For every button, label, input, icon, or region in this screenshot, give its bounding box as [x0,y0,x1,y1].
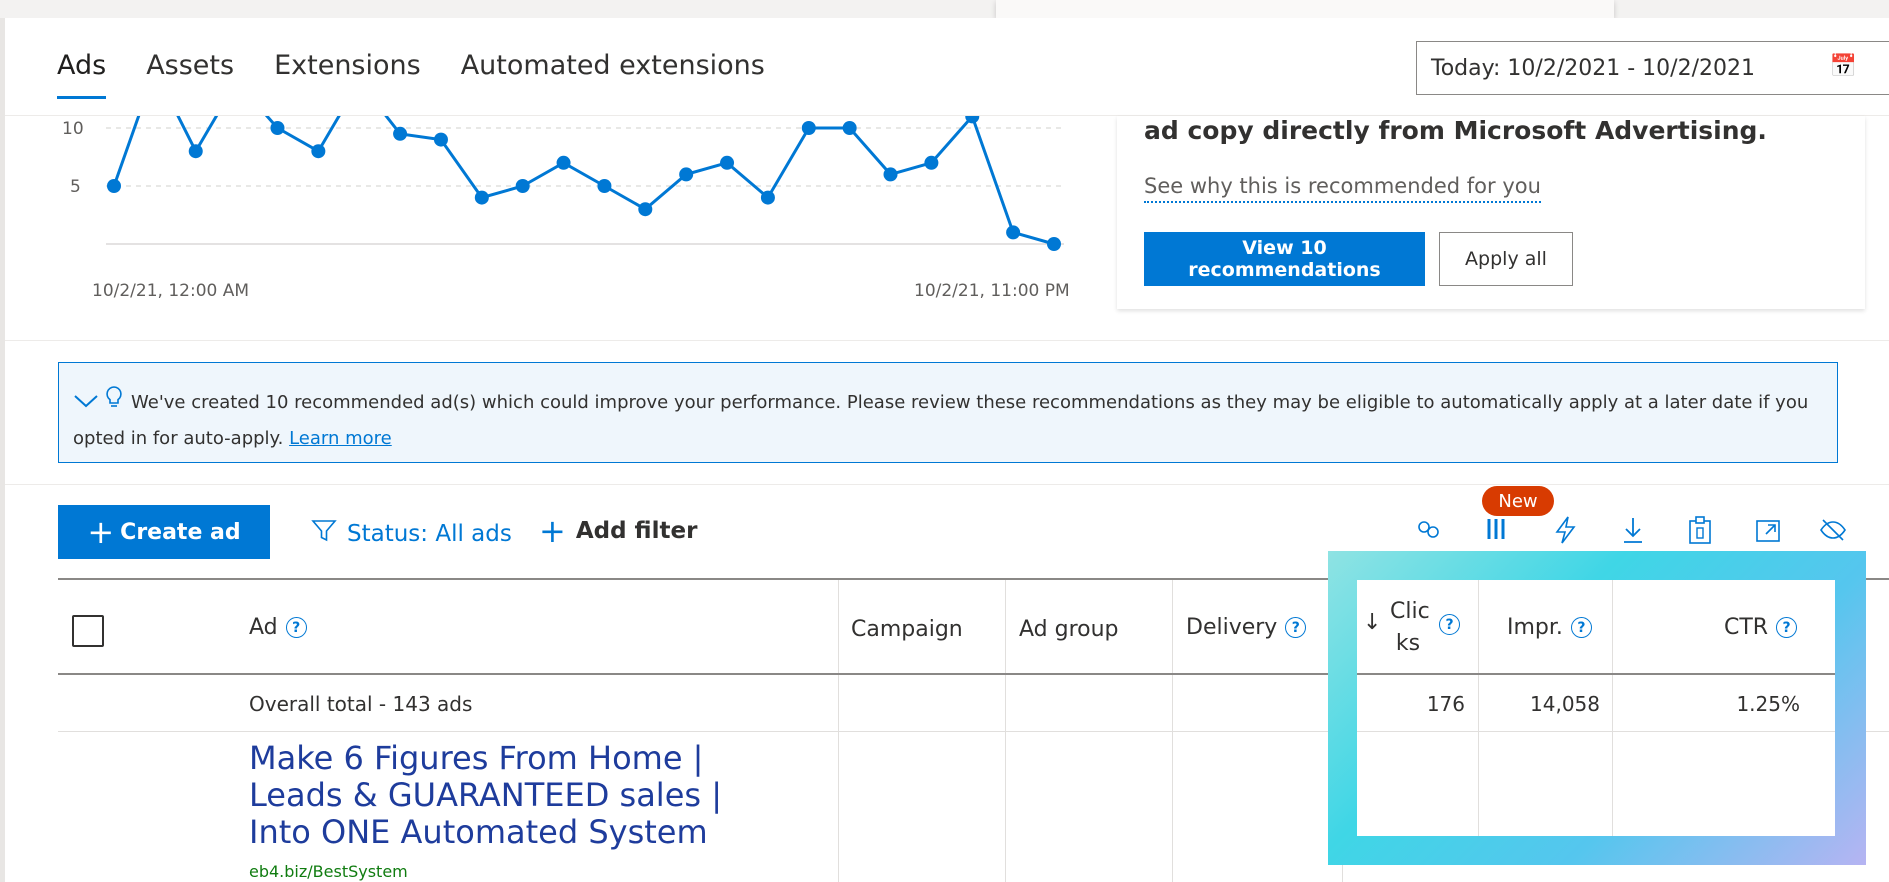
plus-icon: + [87,513,115,551]
x-label-end: 10/2/21, 11:00 PM [914,281,1070,301]
col-divider [1478,580,1479,836]
data-point[interactable] [270,121,285,135]
status-filter-label: Status: All ads [347,521,512,547]
data-point[interactable] [720,155,735,170]
column-header-delivery[interactable]: Delivery ? [1186,615,1307,640]
column-header-ad-group[interactable]: Ad group [1019,617,1119,642]
tab-extensions[interactable]: Extensions [274,50,421,99]
data-point[interactable] [1006,225,1021,240]
column-header-campaign[interactable]: Campaign [851,617,963,642]
chart-series [107,116,1061,251]
data-point[interactable] [474,190,489,205]
total-impressions: 14,058 [1530,692,1600,716]
automated-rules-icon[interactable] [1552,515,1578,552]
data-point[interactable] [883,167,898,182]
data-point[interactable] [556,155,571,170]
data-point[interactable] [311,144,326,159]
apply-all-button[interactable]: Apply all [1439,232,1573,286]
y-tick-5: 5 [70,177,81,197]
ad-display-url: eb4.biz/BestSystem [249,862,408,881]
x-label-start: 10/2/21, 12:00 AM [92,281,250,301]
header-impr-label: Impr. [1507,615,1563,640]
ad-headline-link[interactable]: Make 6 Figures From Home | Leads & GUARA… [249,740,789,851]
data-point[interactable] [924,155,939,170]
data-point[interactable] [188,144,203,159]
tab-assets[interactable]: Assets [146,50,234,99]
select-all-checkbox[interactable] [72,615,104,647]
header-campaign-label: Campaign [851,617,963,642]
column-header-ctr[interactable]: CTR ? [1724,615,1798,640]
calendar-icon[interactable]: 📅 [1830,54,1857,79]
recommendation-banner: We've created 10 recommended ad(s) which… [58,362,1838,463]
y-tick-10: 10 [62,119,84,139]
data-point[interactable] [393,126,408,141]
add-filter-button[interactable]: + Add filter [539,515,697,547]
column-header-impr[interactable]: Impr. ? [1507,615,1592,640]
tab-ads[interactable]: Ads [57,50,107,99]
col-divider [1612,580,1613,836]
add-filter-label: Add filter [575,518,698,544]
compare-icon[interactable] [1414,515,1444,550]
data-point[interactable] [679,167,694,182]
filter-icon [311,518,337,550]
date-range-label: Today: 10/2/2021 - 10/2/2021 [1431,55,1755,81]
help-icon[interactable]: ? [1439,614,1460,635]
plus-icon: + [539,512,566,550]
view-recommendations-button[interactable]: View 10 recommendations [1144,232,1425,286]
header-ad-label: Ad [249,615,278,640]
data-point[interactable] [638,202,653,217]
header-ctr-label: CTR [1724,615,1769,640]
sort-desc-icon: ↓ [1363,610,1382,635]
popover-fragment [996,0,1614,18]
recommendation-card: ad copy directly from Microsoft Advertis… [1117,116,1865,309]
total-row-label: Overall total - 143 ads [249,692,473,716]
total-ctr: 1.25% [1736,692,1800,716]
learn-more-link[interactable]: Learn more [289,428,392,449]
why-recommended-link[interactable]: See why this is recommended for you [1144,174,1541,203]
columns-icon[interactable] [1484,515,1510,550]
tab-automated-extensions[interactable]: Automated extensions [461,50,765,99]
section-divider [5,340,1889,341]
header-ad-group-label: Ad group [1019,617,1119,642]
data-point[interactable] [760,190,775,205]
column-header-clicks[interactable]: ↓ Clic ks ? [1363,596,1475,658]
header-delivery-label: Delivery [1186,615,1278,640]
help-icon[interactable]: ? [1570,617,1592,638]
data-point[interactable] [1047,237,1061,251]
performance-chart: 10 5 [62,116,1064,251]
recommendation-headline: ad copy directly from Microsoft Advertis… [1144,116,1767,145]
data-point[interactable] [433,132,448,147]
hide-icon[interactable] [1818,515,1848,552]
help-icon[interactable]: ? [285,617,307,638]
header-clicks-label: Clic ks [1390,599,1430,656]
series-line [112,116,1055,246]
help-icon[interactable]: ? [1776,617,1798,638]
column-header-ad[interactable]: Ad ? [249,615,307,640]
download-icon[interactable] [1620,515,1646,552]
create-ad-label: Create ad [120,519,241,545]
expand-icon[interactable] [1754,515,1782,552]
lightbulb-icon [105,385,123,421]
row-separator [1357,731,1835,732]
header-bottom-border [58,673,1328,675]
tab-bar: Ads Assets Extensions Automated extensio… [57,50,765,99]
create-ad-button[interactable]: + Create ad [58,505,270,559]
data-point[interactable] [801,121,816,135]
section-divider-2 [5,484,1889,485]
clipboard-icon[interactable] [1686,515,1714,552]
data-point[interactable] [107,179,121,193]
date-range-picker[interactable]: Today: 10/2/2021 - 10/2/2021 📅 [1416,41,1889,95]
help-icon[interactable]: ? [1285,617,1307,638]
status-filter[interactable]: Status: All ads [311,518,512,550]
data-point[interactable] [597,179,612,193]
new-badge: New [1482,486,1554,516]
total-clicks: 176 [1426,692,1465,716]
data-point[interactable] [842,121,857,135]
data-point[interactable] [515,179,530,193]
chevron-down-icon[interactable] [73,386,99,421]
header-bottom-border [1357,673,1835,675]
